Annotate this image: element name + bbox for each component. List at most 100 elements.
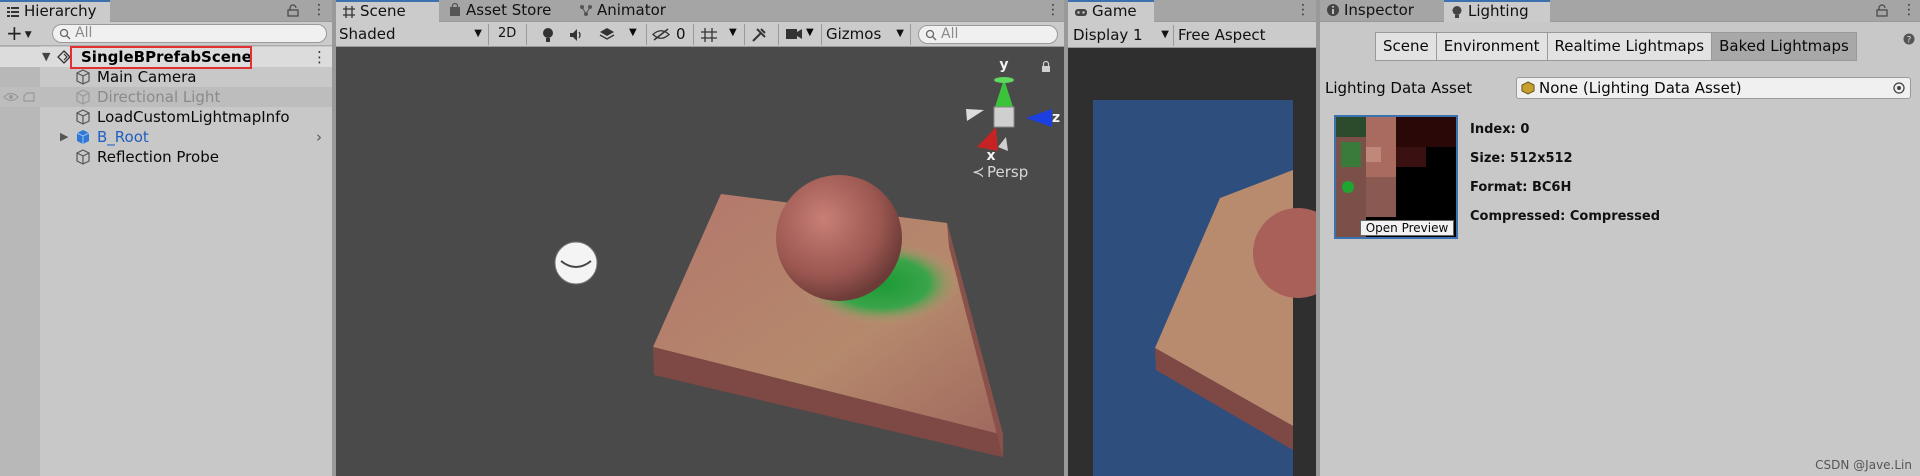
hierarchy-list-icon — [7, 7, 19, 17]
hidden-count: 0 — [676, 24, 686, 45]
scene-panel: Scene Asset Store Animator ⋮ Shaded ▼ 2D… — [336, 0, 1064, 476]
prefab-cube-icon — [76, 130, 90, 144]
lighting-data-asset-icon — [1521, 81, 1535, 95]
lighting-section-tabs: Scene Environment Realtime Lightmaps Bak… — [1375, 32, 1857, 61]
hierarchy-item-load-custom-lightmap-info[interactable]: LoadCustomLightmapInfo — [40, 107, 332, 127]
pickable-hand-icon[interactable] — [22, 91, 36, 103]
hierarchy-item-reflection-probe[interactable]: Reflection Probe — [40, 147, 332, 167]
scene-grid-icon — [343, 6, 355, 18]
lighting-panel: Inspector Lighting ⋮ Scene Environment R… — [1320, 0, 1920, 476]
highlight-box — [70, 46, 252, 69]
game-view[interactable] — [1068, 48, 1316, 476]
gizmos-label: Gizmos — [826, 25, 882, 43]
lighting-bulb-icon[interactable] — [541, 27, 555, 43]
tab-lighting-scene[interactable]: Scene — [1375, 32, 1437, 61]
prefab-open-arrow-icon[interactable]: › — [316, 127, 322, 147]
hierarchy-item-main-camera[interactable]: Main Camera — [40, 67, 332, 87]
tab-realtime-lightmaps[interactable]: Realtime Lightmaps — [1546, 32, 1713, 61]
toolbar-separator — [821, 24, 822, 45]
game-toolbar: Display 1 ▼ Free Aspect — [1068, 22, 1316, 48]
tab-hierarchy[interactable]: Hierarchy — [0, 0, 110, 22]
hierarchy-scene-row[interactable]: ▼ SingleBPrefabScene ⋮ — [0, 46, 332, 69]
lighting-data-asset-field[interactable]: None (Lighting Data Asset) — [1516, 77, 1911, 99]
hierarchy-item-label: Main Camera — [97, 68, 197, 86]
scene-viewport[interactable]: y z x Persp ≺ — [336, 47, 1064, 476]
aspect-dropdown[interactable]: Free Aspect — [1178, 25, 1266, 46]
dropdown-arrow-icon: ▼ — [474, 28, 482, 39]
help-icon[interactable]: ? — [1903, 33, 1915, 45]
tab-game[interactable]: Game — [1068, 0, 1154, 22]
expand-arrow-icon[interactable]: ▼ — [42, 47, 50, 67]
lock-icon[interactable] — [287, 4, 299, 17]
display-dropdown[interactable]: Display 1 ▼ — [1073, 25, 1169, 46]
gamepad-icon — [1075, 9, 1087, 16]
add-button[interactable]: + ▼ — [6, 22, 32, 46]
tab-lighting[interactable]: Lighting — [1444, 0, 1550, 22]
search-icon — [59, 28, 71, 40]
tab-inspector[interactable]: Inspector — [1320, 0, 1444, 22]
hierarchy-visibility-gutter — [0, 46, 40, 476]
lightmap-preview[interactable]: Open Preview — [1334, 115, 1458, 239]
tab-asset-store[interactable]: Asset Store — [442, 0, 551, 22]
shading-mode-dropdown[interactable]: Shaded ▼ — [339, 24, 484, 45]
hierarchy-item-b-root[interactable]: ▶ B_Root › — [40, 127, 332, 147]
hidden-objects-icon[interactable] — [652, 28, 670, 41]
toolbar-separator — [693, 24, 694, 45]
mode-2d-button[interactable]: 2D — [498, 24, 516, 45]
tools-icon[interactable] — [751, 27, 767, 43]
game-menu-icon[interactable]: ⋮ — [1296, 0, 1310, 22]
tab-animator[interactable]: Animator — [573, 0, 666, 22]
hierarchy-menu-icon[interactable]: ⋮ — [312, 0, 326, 22]
grid-snap-icon[interactable] — [700, 27, 718, 43]
inspector-menu-icon[interactable]: ⋮ — [1902, 0, 1916, 22]
grid-dropdown-arrow-icon[interactable]: ▼ — [729, 27, 737, 38]
visibility-eye-icon[interactable] — [3, 92, 19, 102]
tab-animator-label: Animator — [597, 1, 666, 19]
scene-search-input[interactable]: All — [918, 25, 1058, 44]
axis-label-x: x — [986, 148, 995, 164]
projection-label[interactable]: Persp — [987, 163, 1028, 181]
lighting-data-asset-label: Lighting Data Asset — [1325, 79, 1472, 97]
audio-speaker-icon[interactable] — [569, 28, 585, 42]
scene-render: y z x Persp ≺ — [554, 57, 1060, 458]
lightmap-texture — [1336, 117, 1456, 237]
persp-chevron-icon: ≺ — [972, 163, 985, 181]
scene-menu-icon[interactable]: ⋮ — [1046, 0, 1060, 22]
hierarchy-item-label: Reflection Probe — [97, 148, 219, 166]
game-panel: Game ⋮ Display 1 ▼ Free Aspect — [1068, 0, 1316, 476]
tab-asset-store-label: Asset Store — [466, 1, 552, 19]
gameobject-cube-icon — [76, 109, 90, 125]
scene-toolbar: Shaded ▼ 2D ▼ 0 ▼ ▼ Gizmos ▼ All — [336, 22, 1064, 47]
effects-layers-icon[interactable] — [599, 27, 615, 42]
tab-game-label: Game — [1092, 2, 1137, 20]
lightmap-index: Index: 0 — [1470, 122, 1530, 137]
viewport-lock-icon[interactable] — [1042, 60, 1050, 73]
scene-row-menu-icon[interactable]: ⋮ — [312, 47, 327, 67]
gizmos-dropdown[interactable]: Gizmos ▼ — [826, 24, 906, 45]
tab-baked-lightmaps[interactable]: Baked Lightmaps — [1711, 32, 1857, 61]
toolbar-separator — [1173, 25, 1174, 46]
lock-icon[interactable] — [1876, 4, 1888, 17]
mode-2d-label: 2D — [498, 26, 517, 41]
hierarchy-search-input[interactable]: All — [52, 24, 327, 43]
dropdown-arrow-icon: ▼ — [896, 28, 904, 39]
toolbar-separator — [488, 24, 489, 45]
camera-dropdown-arrow-icon[interactable]: ▼ — [806, 27, 814, 38]
expand-arrow-icon[interactable]: ▶ — [60, 127, 68, 147]
toolbar-separator — [910, 24, 911, 45]
hierarchy-item-directional-light[interactable]: Directional Light — [0, 87, 332, 107]
hierarchy-item-label: Directional Light — [97, 88, 221, 106]
shading-mode-value: Shaded — [339, 25, 396, 43]
info-icon — [1327, 4, 1339, 16]
object-picker-icon[interactable] — [1893, 82, 1905, 94]
axis-label-z: z — [1052, 110, 1060, 126]
camera-icon[interactable] — [785, 28, 803, 40]
effects-dropdown-arrow-icon[interactable]: ▼ — [629, 27, 637, 38]
tab-lighting-label: Lighting — [1468, 2, 1529, 20]
svg-text:?: ? — [1907, 36, 1912, 46]
watermark: CSDN @Jave.Lin — [1815, 458, 1912, 472]
tab-scene[interactable]: Scene — [336, 0, 439, 22]
lightbulb-icon — [1452, 6, 1462, 18]
open-preview-button[interactable]: Open Preview — [1360, 220, 1454, 236]
tab-lighting-environment[interactable]: Environment — [1435, 32, 1548, 61]
